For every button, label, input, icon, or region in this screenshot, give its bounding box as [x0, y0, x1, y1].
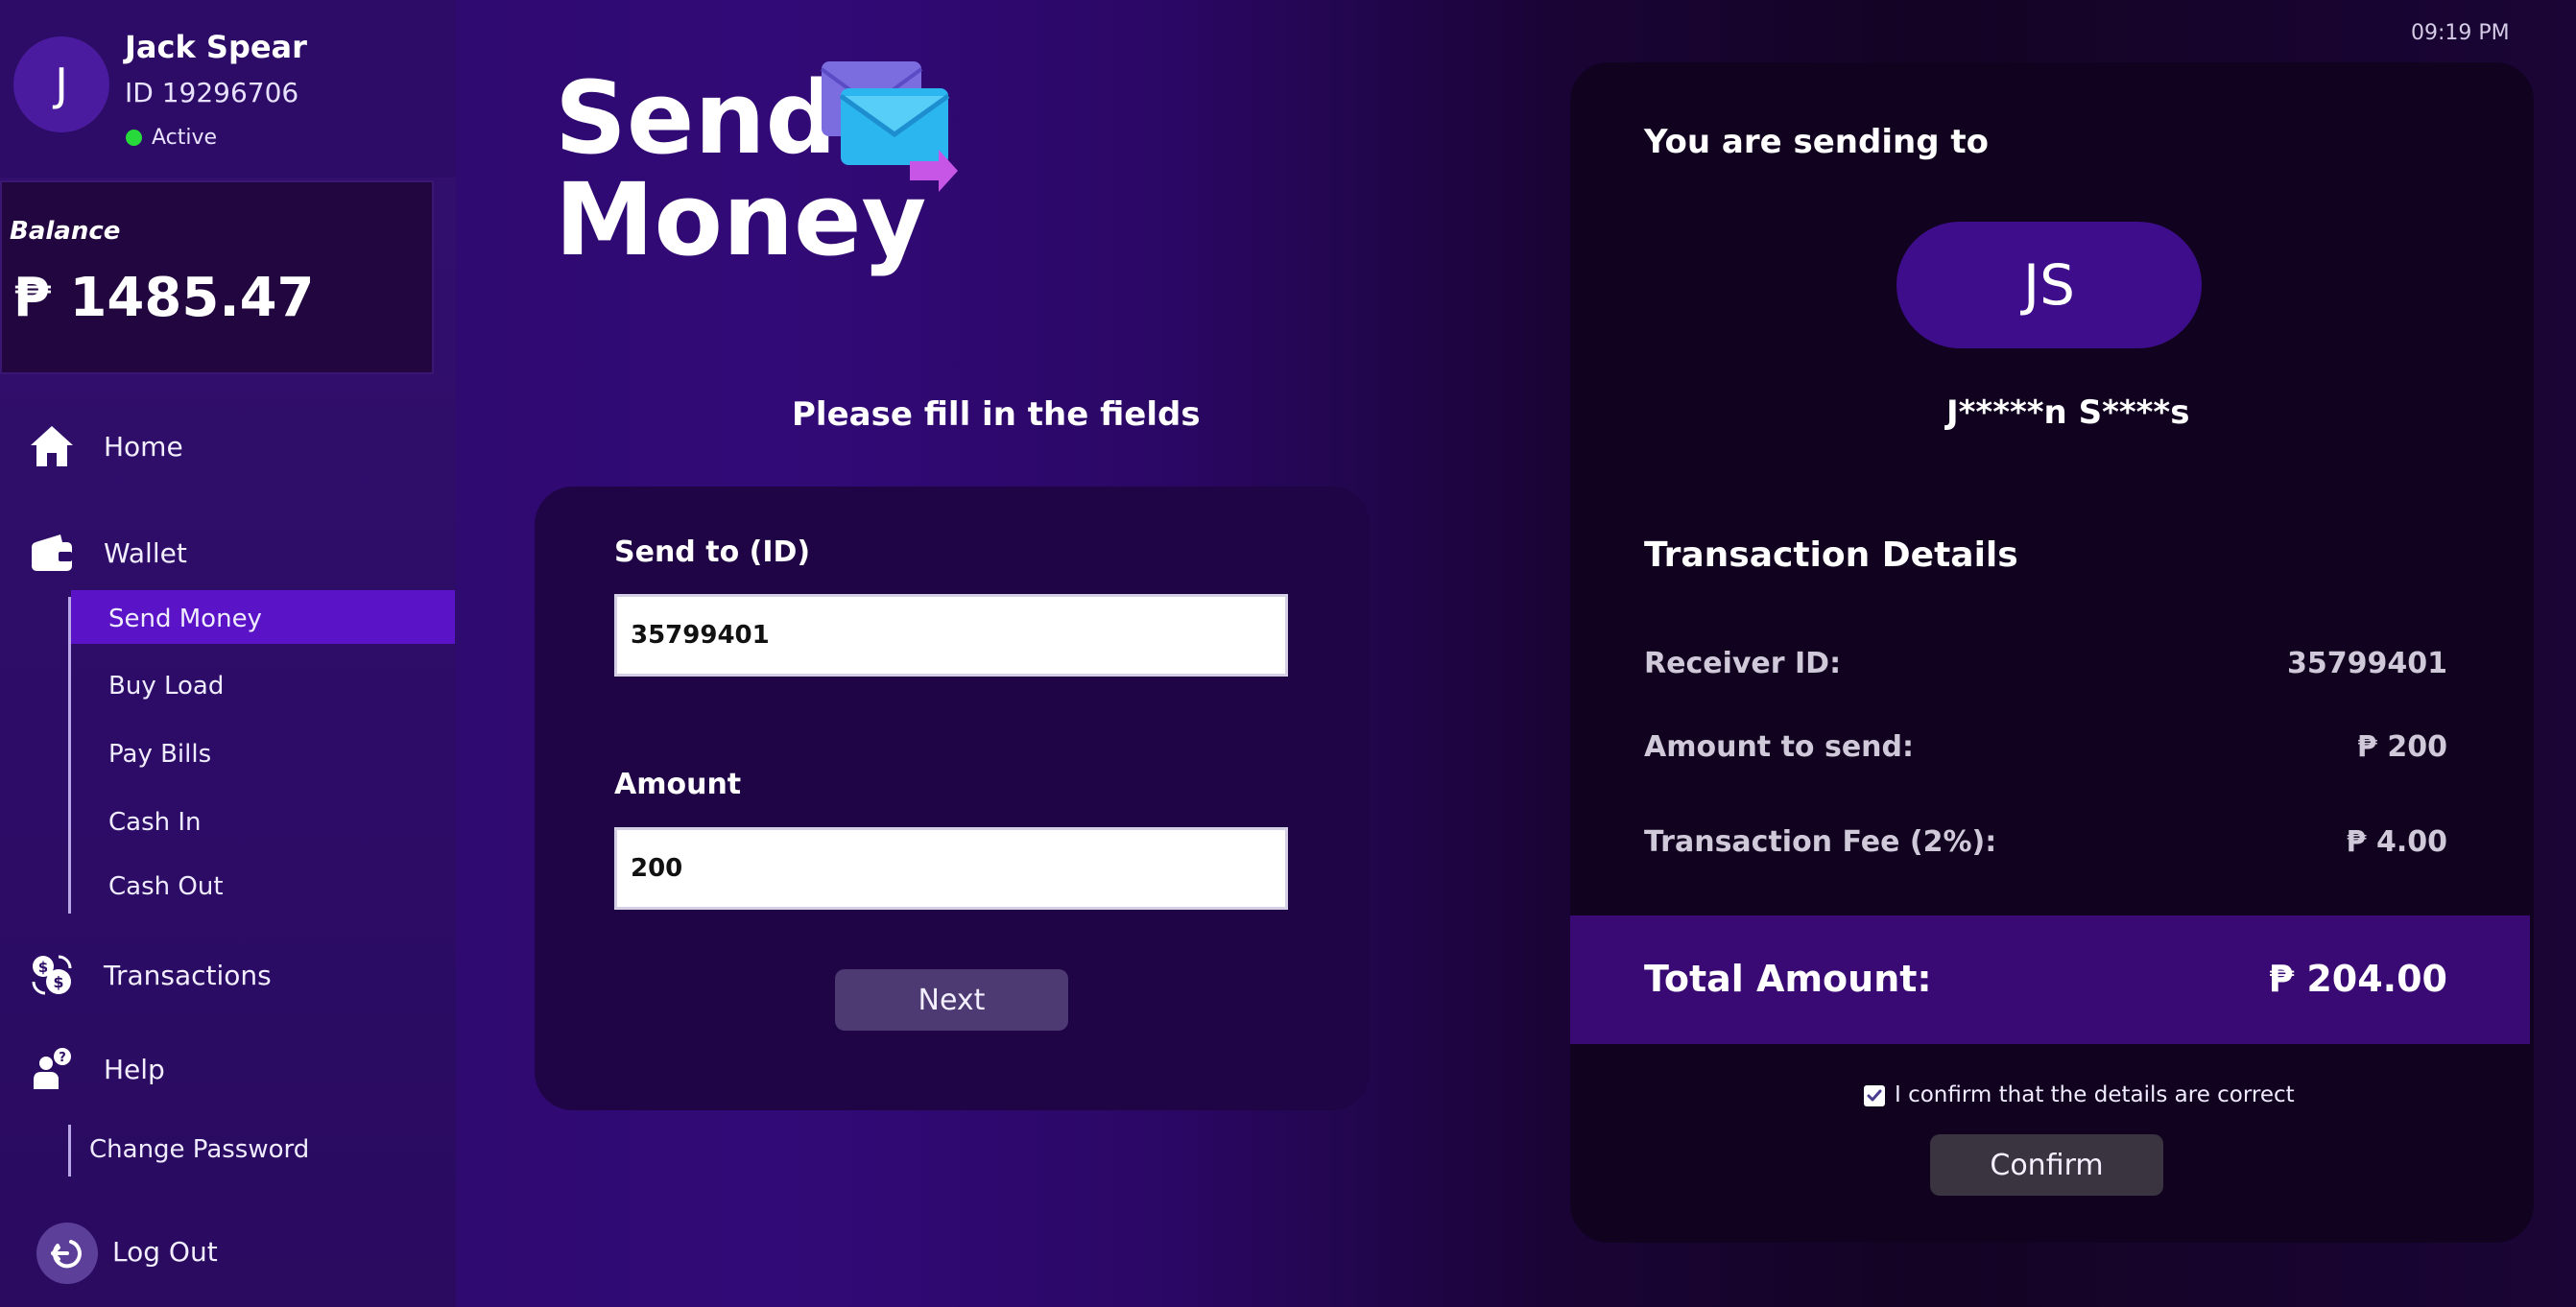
nav-help[interactable]: ? Help [27, 1044, 165, 1094]
confirm-button[interactable]: Confirm [1930, 1134, 2163, 1196]
transaction-fee-value: ₱ 4.00 [2346, 825, 2447, 859]
nav-help-label: Help [104, 1053, 165, 1085]
wallet-submenu-line [68, 597, 71, 914]
transactions-icon: $ $ [27, 950, 77, 1000]
amount-label: Amount [614, 768, 742, 801]
amount-to-send-label: Amount to send: [1644, 730, 1915, 764]
sidebar-item-send-money[interactable]: Send Money [108, 605, 262, 633]
sending-to-label: You are sending to [1644, 123, 1989, 161]
clock: 09:19 PM [2411, 21, 2510, 45]
transaction-details-title: Transaction Details [1644, 535, 2018, 575]
sidebar-item-cash-in[interactable]: Cash In [108, 808, 202, 837]
balance-value: ₱ 1485.47 [13, 267, 315, 329]
nav-transactions[interactable]: $ $ Transactions [27, 950, 272, 1000]
transaction-fee-label: Transaction Fee (2%): [1644, 825, 1997, 859]
logout-button[interactable]: Log Out [112, 1236, 218, 1268]
profile-header: J Jack Spear ID 19296706 Active [0, 0, 456, 178]
help-submenu-line [68, 1125, 71, 1176]
balance-label: Balance [10, 217, 121, 246]
amount-input[interactable] [614, 827, 1288, 910]
logout-icon[interactable] [36, 1223, 98, 1284]
receiver-id-value: 35799401 [2287, 647, 2447, 680]
envelope-send-icon [818, 59, 960, 192]
nav-transactions-label: Transactions [104, 959, 272, 991]
confirm-checkbox[interactable] [1864, 1085, 1885, 1106]
help-icon: ? [27, 1044, 77, 1094]
checkmark-icon [1867, 1089, 1882, 1102]
sidebar-item-buy-load[interactable]: Buy Load [108, 672, 224, 701]
recipient-avatar: JS [1896, 222, 2202, 348]
amount-to-send-value: ₱ 200 [2357, 730, 2447, 764]
total-amount-value: ₱ 204.00 [2268, 958, 2447, 1000]
form-instruction: Please fill in the fields [792, 395, 1201, 434]
send-to-label: Send to (ID) [614, 535, 811, 569]
total-amount-label: Total Amount: [1644, 958, 1932, 1000]
nav-wallet[interactable]: Wallet [27, 528, 187, 578]
svg-text:$: $ [53, 973, 63, 991]
nav-home-label: Home [104, 430, 183, 463]
next-button[interactable]: Next [835, 969, 1068, 1031]
nav-wallet-label: Wallet [104, 536, 187, 569]
svg-text:$: $ [38, 959, 48, 976]
sidebar-item-change-password[interactable]: Change Password [89, 1135, 309, 1164]
balance-card: Balance ₱ 1485.47 [0, 180, 434, 374]
send-to-input[interactable] [614, 594, 1288, 677]
sidebar-item-pay-bills[interactable]: Pay Bills [108, 740, 211, 769]
sidebar-item-cash-out[interactable]: Cash Out [108, 872, 224, 901]
svg-text:?: ? [59, 1051, 66, 1065]
status-text: Active [152, 126, 218, 150]
user-id: ID 19296706 [125, 77, 299, 108]
home-icon [27, 421, 77, 471]
status-dot-icon [126, 130, 142, 146]
avatar: J [13, 36, 109, 132]
wallet-icon [27, 528, 77, 578]
confirm-checkbox-label[interactable]: I confirm that the details are correct [1895, 1082, 2295, 1107]
nav-home[interactable]: Home [27, 421, 183, 471]
sidebar: J Jack Spear ID 19296706 Active Balance … [0, 0, 456, 1307]
recipient-name: J*****n S****s [1946, 393, 2190, 432]
receiver-id-label: Receiver ID: [1644, 647, 1842, 680]
user-name: Jack Spear [125, 29, 307, 65]
